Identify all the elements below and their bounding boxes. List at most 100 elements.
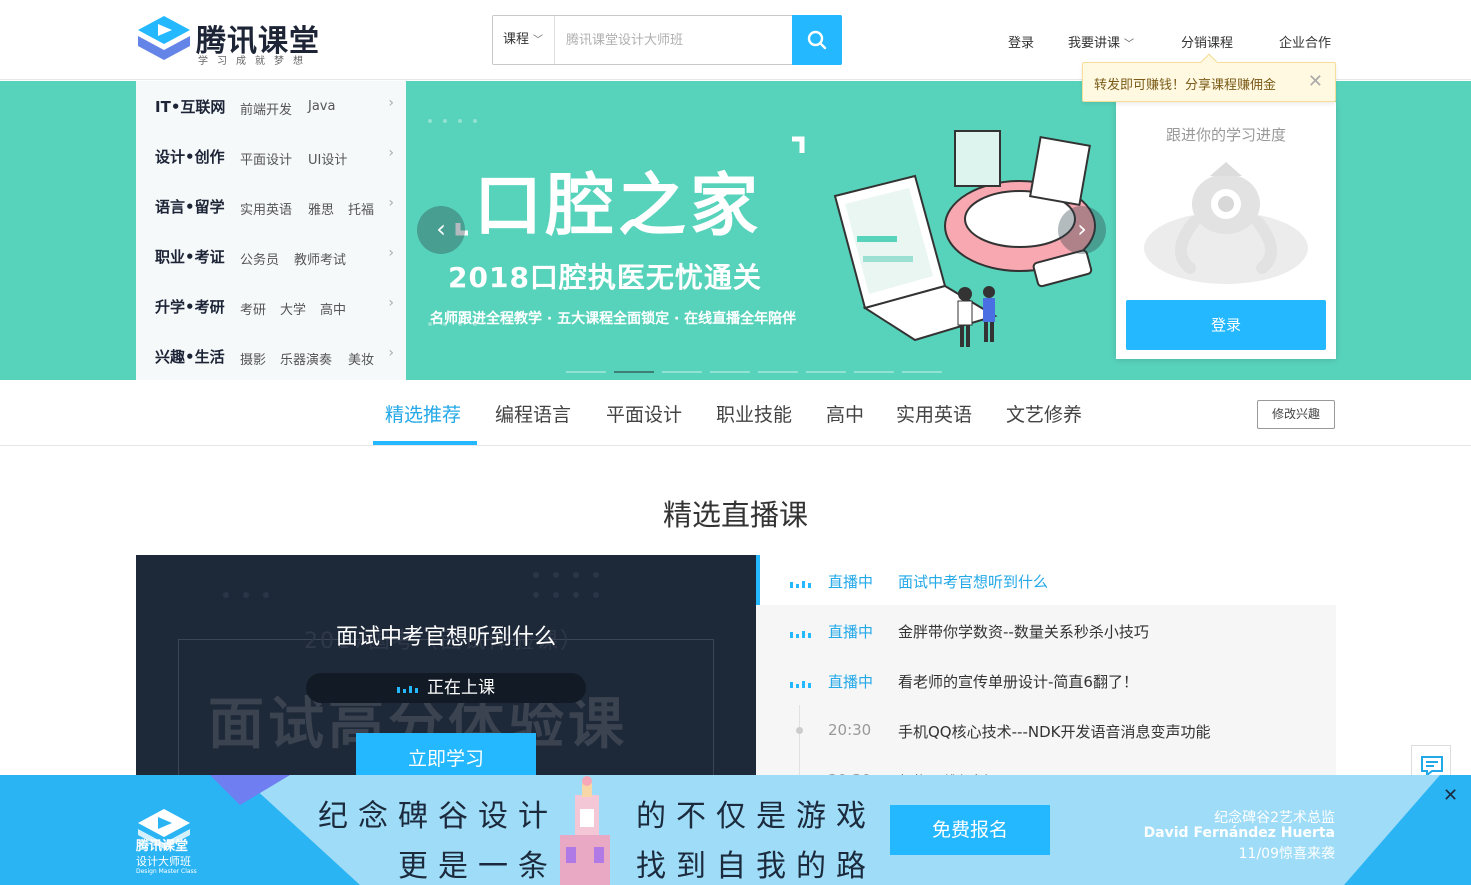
nav-distribution-link[interactable]: 分销课程 <box>1181 32 1233 51</box>
ad-caption-2: David Fernández Huerta <box>1143 825 1335 841</box>
category-sub-link[interactable]: 雅思 <box>308 199 334 218</box>
mascot-illustration <box>1144 162 1308 284</box>
banner-indicator[interactable] <box>662 371 702 373</box>
video-status-pill: 正在上课 <box>306 673 586 703</box>
banner-title: 口腔之家 <box>474 167 763 246</box>
close-icon[interactable]: ✕ <box>1308 71 1323 92</box>
interest-tab[interactable]: 文艺修养 <box>1006 400 1082 427</box>
category-sub-link[interactable]: 乐器演奏 <box>280 349 332 368</box>
category-title[interactable]: 职业•考证 <box>155 246 225 267</box>
chevron-right-icon: › <box>388 195 394 211</box>
category-sub-link[interactable]: 教师考试 <box>294 249 346 268</box>
banner-indicator[interactable] <box>710 371 750 373</box>
banner-indicator[interactable] <box>566 371 606 373</box>
banner-indicator[interactable] <box>614 371 654 373</box>
category-title[interactable]: 设计•创作 <box>155 146 225 167</box>
nav-login-link[interactable]: 登录 <box>1008 32 1034 51</box>
category-title[interactable]: 升学•考研 <box>155 296 225 317</box>
banner-indicators <box>566 358 950 377</box>
nav-teach-label: 我要讲课 <box>1068 36 1121 51</box>
interest-tab[interactable]: 高中 <box>826 400 864 427</box>
ad-triangle-decoration <box>210 775 290 805</box>
live-course-row[interactable]: 直播中 金胖带你学数资--数量关系秒杀小技巧 <box>756 605 1336 655</box>
category-row[interactable]: 职业•考证 公务员 教师考试 › <box>136 231 406 281</box>
login-hint: 跟进你的学习进度 <box>1165 126 1286 144</box>
interest-tab[interactable]: 职业技能 <box>716 400 792 427</box>
free-signup-button[interactable]: 免费报名 <box>890 805 1050 855</box>
live-course-title[interactable]: 面试中考官想听到什么 <box>898 571 1048 592</box>
live-course-title[interactable]: 看老师的宣传单册设计-简直6翻了！ <box>898 671 1138 692</box>
live-course-row[interactable]: 直播中 面试中考官想听到什么 <box>756 555 1336 605</box>
category-sub-link[interactable]: 前端开发 <box>240 99 292 118</box>
chevron-right-icon: › <box>388 95 394 111</box>
nav-enterprise-link[interactable]: 企业合作 <box>1279 32 1331 51</box>
search-button[interactable] <box>792 15 842 65</box>
search-type-select[interactable]: 课程 ﹀ <box>493 16 555 64</box>
category-title[interactable]: 兴趣•生活 <box>155 346 225 367</box>
ad-caption-1: 纪念碑谷2艺术总监 <box>1214 810 1335 826</box>
banner-indicator[interactable] <box>806 371 846 373</box>
chevron-right-icon: › <box>388 295 394 311</box>
logo[interactable]: 腾讯课堂 学习成就梦想 <box>136 14 326 67</box>
interest-tabs: 修改兴趣 精选推荐 编程语言 平面设计 职业技能 高中 实用英语 文艺修养 <box>0 380 1471 446</box>
page: 腾讯课堂 学习成就梦想 课程﹀ 登录 我要讲课﹀ 分销课程 企业合作 <box>0 0 1471 885</box>
category-sub-link[interactable]: 美妆 <box>348 349 374 368</box>
banner-subtitle: 2018口腔执医无忧通关 <box>448 261 762 294</box>
category-row[interactable]: 升学•考研 考研 大学 高中 › <box>136 281 406 331</box>
category-sub-link[interactable]: 公务员 <box>240 249 279 268</box>
category-sub-link[interactable]: 平面设计 <box>240 149 292 168</box>
ad-close-icon[interactable]: ✕ <box>1443 785 1458 806</box>
category-sub-link[interactable]: 实用英语 <box>240 199 292 218</box>
nav-teach-menu[interactable]: 我要讲课 ﹀ <box>1068 32 1134 51</box>
chevron-right-icon: › <box>388 145 394 161</box>
banner-indicator[interactable] <box>854 371 894 373</box>
promo-tooltip-text: 转发即可赚钱！分享课程赚佣金 <box>1094 78 1277 93</box>
category-sub-link[interactable]: 高中 <box>320 299 346 318</box>
category-row[interactable]: 设计•创作 平面设计 UI设计 › <box>136 131 406 181</box>
login-button[interactable]: 登录 <box>1126 300 1326 350</box>
category-sub-link[interactable]: Java <box>308 99 335 114</box>
category-row[interactable]: 兴趣•生活 摄影 乐器演奏 美妆 › <box>136 331 406 381</box>
category-row[interactable]: IT•互联网 前端开发 Java › <box>136 81 406 131</box>
edit-interest-button[interactable]: 修改兴趣 <box>1257 400 1335 429</box>
category-title[interactable]: IT•互联网 <box>155 96 225 117</box>
live-course-title[interactable]: 手机QQ核心技术---NDK开发语音消息变声功能 <box>898 721 1210 742</box>
chevron-right-icon: › <box>388 345 394 361</box>
interest-tab[interactable]: 编程语言 <box>495 400 571 427</box>
banner-next-button[interactable]: › <box>1058 206 1106 254</box>
promo-tooltip: 转发即可赚钱！分享课程赚佣金 ✕ <box>1082 53 1336 102</box>
ad-headline-1a: 纪念碑谷设计 <box>318 799 558 834</box>
interest-tab[interactable]: 精选推荐 <box>385 400 461 427</box>
interest-tab[interactable]: 实用英语 <box>896 400 972 427</box>
category-sub-link[interactable]: UI设计 <box>308 149 347 168</box>
banner-indicator[interactable] <box>758 371 798 373</box>
category-row[interactable]: 语言•留学 实用英语 雅思 托福 › <box>136 181 406 231</box>
interest-tab[interactable]: 平面设计 <box>606 400 682 427</box>
search-type-label: 课程 <box>503 32 530 47</box>
category-sub-link[interactable]: 大学 <box>280 299 306 318</box>
section-title: 精选直播课 <box>662 498 808 532</box>
search-input[interactable] <box>556 16 792 64</box>
live-status: 直播中 <box>828 573 874 591</box>
live-bars-icon <box>790 681 811 688</box>
bottom-ad-banner[interactable]: 腾讯课堂 设计大师班 Design Master Class 纪念碑谷设计 的不… <box>0 775 1471 885</box>
category-sub-link[interactable]: 托福 <box>348 199 374 218</box>
banner-prev-button[interactable]: ‹ <box>417 206 465 254</box>
category-title[interactable]: 语言•留学 <box>155 196 225 217</box>
ad-headline-1b: 的不仅是游戏 <box>636 799 876 834</box>
live-video-player[interactable]: 2017国考（面试体验课） 面试高分体验课 面试中考官想听到什么 正在上课 立即… <box>136 555 756 785</box>
video-status-text: 正在上课 <box>427 678 495 698</box>
live-course-title[interactable]: 金胖带你学数资--数量关系秒杀小技巧 <box>898 621 1149 642</box>
live-course-list: 直播中 面试中考官想听到什么 直播中 金胖带你学数资--数量关系秒杀小技巧 直播中 看老师… <box>756 555 1336 785</box>
timeline-dot-icon <box>796 727 803 734</box>
logo-slogan: 学习成就梦想 <box>198 56 312 67</box>
ad-logo-subtitle: 设计大师班 <box>136 855 191 868</box>
ad-logo-name: 腾讯课堂 <box>136 839 189 854</box>
category-sub-link[interactable]: 摄影 <box>240 349 266 368</box>
live-course-row[interactable]: 直播中 看老师的宣传单册设计-简直6翻了！ <box>756 655 1336 705</box>
live-bars-icon <box>790 631 811 638</box>
live-course-row[interactable]: 20:30 手机QQ核心技术---NDK开发语音消息变声功能 <box>756 705 1336 755</box>
logo-icon <box>138 16 190 60</box>
banner-indicator[interactable] <box>902 371 942 373</box>
category-sub-link[interactable]: 考研 <box>240 299 266 318</box>
